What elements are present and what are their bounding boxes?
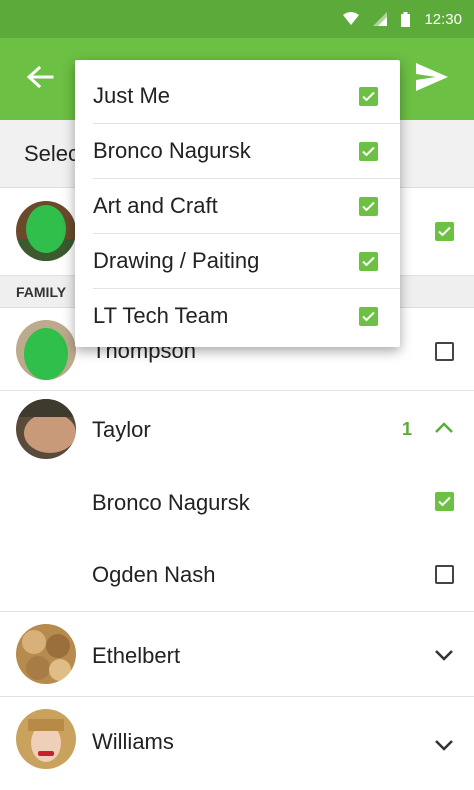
avatar — [16, 624, 76, 684]
contact-name: Ethelbert — [92, 643, 181, 668]
member-row-bronco[interactable]: Bronco Nagursk — [0, 468, 474, 538]
top-contact-checkbox[interactable] — [435, 222, 454, 241]
dropdown-item-lt-tech-team[interactable]: LT Tech Team — [75, 288, 400, 343]
dropdown-item-label: Drawing / Paiting — [93, 247, 260, 273]
dropdown-item-drawing-paiting[interactable]: Drawing / Paiting — [75, 233, 400, 288]
dropdown-item-label: Just Me — [93, 82, 171, 108]
avatar — [16, 399, 76, 459]
back-button[interactable] — [22, 61, 58, 97]
avatar — [16, 320, 76, 380]
contact-row-williams[interactable]: Williams — [0, 697, 474, 790]
member-name: Ogden Nash — [92, 562, 216, 587]
send-icon — [416, 62, 448, 96]
dropdown-item-art-and-craft[interactable]: Art and Craft — [75, 178, 400, 233]
contact-name: Taylor — [92, 417, 151, 442]
dropdown-item-label: Art and Craft — [93, 192, 218, 218]
dropdown-item-checkbox[interactable] — [359, 307, 378, 326]
chevron-up-icon[interactable] — [434, 421, 454, 439]
thompson-checkbox[interactable] — [435, 342, 454, 361]
dropdown-item-checkbox[interactable] — [359, 197, 378, 216]
arrow-left-icon — [26, 65, 54, 94]
contact-row-taylor[interactable]: Taylor 1 — [0, 391, 474, 468]
contact-row-ethelbert[interactable]: Ethelbert — [0, 612, 474, 697]
dropdown-item-checkbox[interactable] — [359, 142, 378, 161]
chevron-down-icon[interactable] — [434, 738, 454, 756]
dropdown-item-label: Bronco Nagursk — [93, 137, 251, 163]
status-time: 12:30 — [424, 10, 462, 28]
send-button[interactable] — [412, 59, 452, 99]
contact-name: Williams — [92, 729, 174, 754]
member-row-ogden[interactable]: Ogden Nash — [0, 538, 474, 612]
dropdown-item-label: LT Tech Team — [93, 302, 229, 328]
member-name: Bronco Nagursk — [92, 490, 250, 515]
dropdown-item-just-me[interactable]: Just Me — [75, 68, 400, 123]
battery-icon — [401, 11, 411, 27]
bronco-checkbox[interactable] — [435, 492, 454, 511]
select-label: Selec — [24, 140, 80, 166]
chevron-down-icon[interactable] — [434, 648, 454, 666]
ogden-checkbox[interactable] — [435, 565, 454, 584]
wifi-icon — [343, 12, 360, 26]
status-bar: 12:30 — [0, 0, 474, 38]
avatar — [16, 709, 76, 769]
dropdown-item-checkbox[interactable] — [359, 87, 378, 106]
dropdown-item-checkbox[interactable] — [359, 252, 378, 271]
selected-count: 1 — [401, 419, 412, 439]
signal-icon — [373, 12, 388, 26]
avatar — [16, 201, 76, 261]
dropdown-item-bronco-nagursk[interactable]: Bronco Nagursk — [75, 123, 400, 178]
group-dropdown-menu: Just Me Bronco Nagursk Art and Craft Dra… — [75, 60, 400, 347]
